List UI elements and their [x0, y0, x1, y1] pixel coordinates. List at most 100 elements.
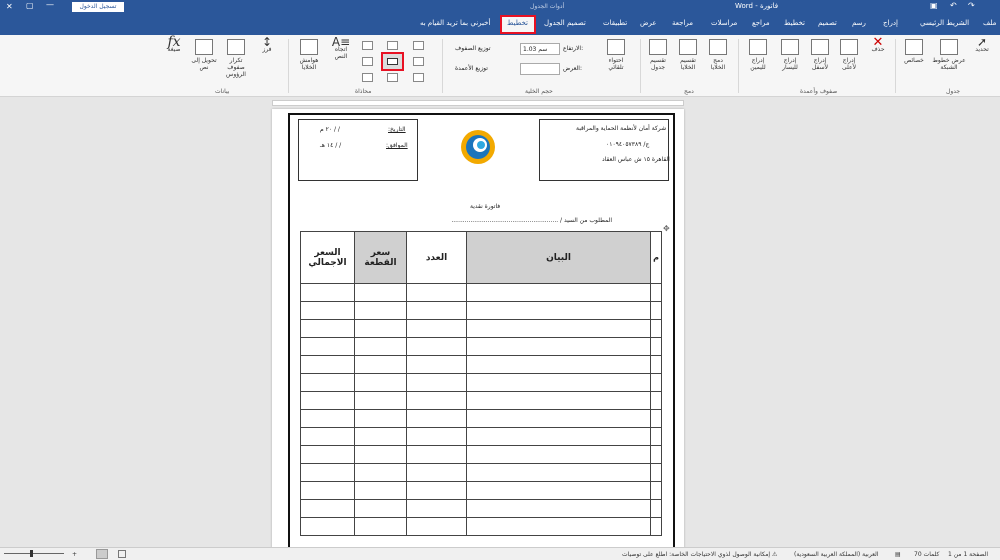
- table-cell[interactable]: [406, 499, 467, 518]
- table-cell[interactable]: [300, 355, 355, 374]
- convert-to-text-button[interactable]: تحويل إلى نص: [190, 39, 218, 71]
- table-cell[interactable]: [406, 427, 467, 446]
- table-cell[interactable]: [300, 481, 355, 500]
- table-cell[interactable]: [466, 481, 651, 500]
- align-bottom-left-icon[interactable]: [413, 73, 424, 82]
- table-cell[interactable]: [300, 319, 355, 338]
- table-cell[interactable]: [466, 319, 651, 338]
- table-cell[interactable]: [300, 283, 355, 302]
- table-cell[interactable]: [406, 301, 467, 320]
- autofit-button[interactable]: احتواء تلقائي: [602, 39, 630, 71]
- tab-draw[interactable]: رسم: [852, 19, 866, 27]
- table-cell[interactable]: [300, 301, 355, 320]
- align-center-left-icon[interactable]: [413, 57, 424, 66]
- tab-apps[interactable]: تطبيقات: [603, 19, 627, 27]
- table-cell[interactable]: [650, 499, 662, 518]
- table-cell[interactable]: [354, 463, 407, 482]
- distribute-rows-button[interactable]: توزيع الصفوف: [455, 45, 491, 52]
- tab-review[interactable]: مراجعة: [672, 19, 693, 27]
- header-unit-price[interactable]: سعر القطعة: [354, 231, 407, 284]
- split-table-button[interactable]: تقسيم جدول: [645, 39, 671, 71]
- table-cell[interactable]: [300, 463, 355, 482]
- table-cell[interactable]: [354, 499, 407, 518]
- signin-button[interactable]: تسجيل الدخول: [72, 2, 124, 12]
- print-layout-icon[interactable]: [96, 549, 108, 559]
- table-cell[interactable]: [354, 481, 407, 500]
- tab-mailings[interactable]: مراسلات: [711, 19, 737, 27]
- zoom-in-icon[interactable]: +: [72, 551, 77, 558]
- table-cell[interactable]: [354, 409, 407, 428]
- tab-table-design[interactable]: تصميم الجدول: [544, 19, 586, 27]
- word-count[interactable]: 70 كلمات: [914, 551, 939, 558]
- table-cell[interactable]: [650, 301, 662, 320]
- table-cell[interactable]: [466, 355, 651, 374]
- align-top-left-icon[interactable]: [413, 41, 424, 50]
- header-description[interactable]: البيان: [466, 231, 651, 284]
- tell-me-box[interactable]: أخبرني بما تريد القيام به: [420, 19, 490, 27]
- maximize-icon[interactable]: ▢: [26, 1, 34, 10]
- tab-file[interactable]: ملف: [983, 19, 996, 27]
- sort-button[interactable]: ↕ فرز: [256, 36, 278, 53]
- formula-button[interactable]: fx صيغة: [160, 35, 188, 53]
- table-cell[interactable]: [300, 391, 355, 410]
- table-cell[interactable]: [406, 337, 467, 356]
- tab-view[interactable]: عرض: [640, 19, 657, 27]
- insert-left-button[interactable]: إدراج لليسار: [775, 39, 805, 71]
- proofing-icon[interactable]: ▤: [895, 551, 901, 558]
- table-cell[interactable]: [300, 517, 355, 536]
- table-cell[interactable]: [406, 373, 467, 392]
- table-cell[interactable]: [300, 373, 355, 392]
- table-cell[interactable]: [354, 391, 407, 410]
- zoom-slider[interactable]: [4, 553, 64, 554]
- header-total-price[interactable]: السعر الاجمالي: [300, 231, 355, 284]
- table-cell[interactable]: [406, 409, 467, 428]
- table-cell[interactable]: [354, 427, 407, 446]
- table-cell[interactable]: [406, 283, 467, 302]
- table-cell[interactable]: [650, 481, 662, 500]
- table-cell[interactable]: [406, 319, 467, 338]
- header-number[interactable]: م: [650, 231, 662, 284]
- table-cell[interactable]: [650, 373, 662, 392]
- table-cell[interactable]: [300, 337, 355, 356]
- align-center-right-icon[interactable]: [362, 57, 373, 66]
- split-cells-button[interactable]: تقسيم الخلايا: [675, 39, 701, 71]
- select-button[interactable]: ➚ تحديد: [968, 36, 996, 53]
- table-cell[interactable]: [466, 373, 651, 392]
- align-top-right-icon[interactable]: [362, 41, 373, 50]
- table-cell[interactable]: [466, 391, 651, 410]
- insert-right-button[interactable]: إدراج لليمين: [743, 39, 773, 71]
- insert-above-button[interactable]: إدراج لأعلى: [836, 39, 862, 71]
- table-cell[interactable]: [650, 355, 662, 374]
- table-cell[interactable]: [466, 517, 651, 536]
- table-cell[interactable]: [650, 445, 662, 464]
- table-cell[interactable]: [466, 301, 651, 320]
- tab-layout-page[interactable]: تخطيط: [784, 19, 805, 27]
- table-cell[interactable]: [300, 409, 355, 428]
- properties-button[interactable]: خصائص: [900, 39, 928, 64]
- cell-margins-button[interactable]: هوامش الخلايا: [294, 39, 324, 71]
- table-cell[interactable]: [406, 481, 467, 500]
- table-cell[interactable]: [354, 355, 407, 374]
- redo-icon[interactable]: ↷: [968, 1, 975, 10]
- minimize-icon[interactable]: —: [46, 0, 54, 9]
- align-bottom-center-icon[interactable]: [387, 73, 398, 82]
- table-cell[interactable]: [466, 337, 651, 356]
- table-cell[interactable]: [466, 409, 651, 428]
- horizontal-ruler[interactable]: [0, 98, 1000, 108]
- align-top-center-icon[interactable]: [387, 41, 398, 50]
- table-cell[interactable]: [354, 319, 407, 338]
- tab-insert[interactable]: إدراج: [883, 19, 898, 27]
- distribute-cols-button[interactable]: توزيع الأعمدة: [455, 65, 488, 72]
- table-cell[interactable]: [650, 337, 662, 356]
- table-cell[interactable]: [354, 301, 407, 320]
- repeat-header-button[interactable]: تكرار صفوف الرؤوس: [220, 39, 252, 78]
- table-cell[interactable]: [466, 445, 651, 464]
- table-cell[interactable]: [354, 283, 407, 302]
- page-count[interactable]: الصفحة 1 من 1: [948, 551, 988, 558]
- width-input[interactable]: [520, 63, 560, 75]
- tab-references[interactable]: مراجع: [752, 19, 770, 27]
- table-cell[interactable]: [300, 499, 355, 518]
- table-cell[interactable]: [354, 337, 407, 356]
- web-layout-icon[interactable]: [118, 550, 126, 558]
- table-move-handle-icon[interactable]: ✥: [663, 224, 670, 233]
